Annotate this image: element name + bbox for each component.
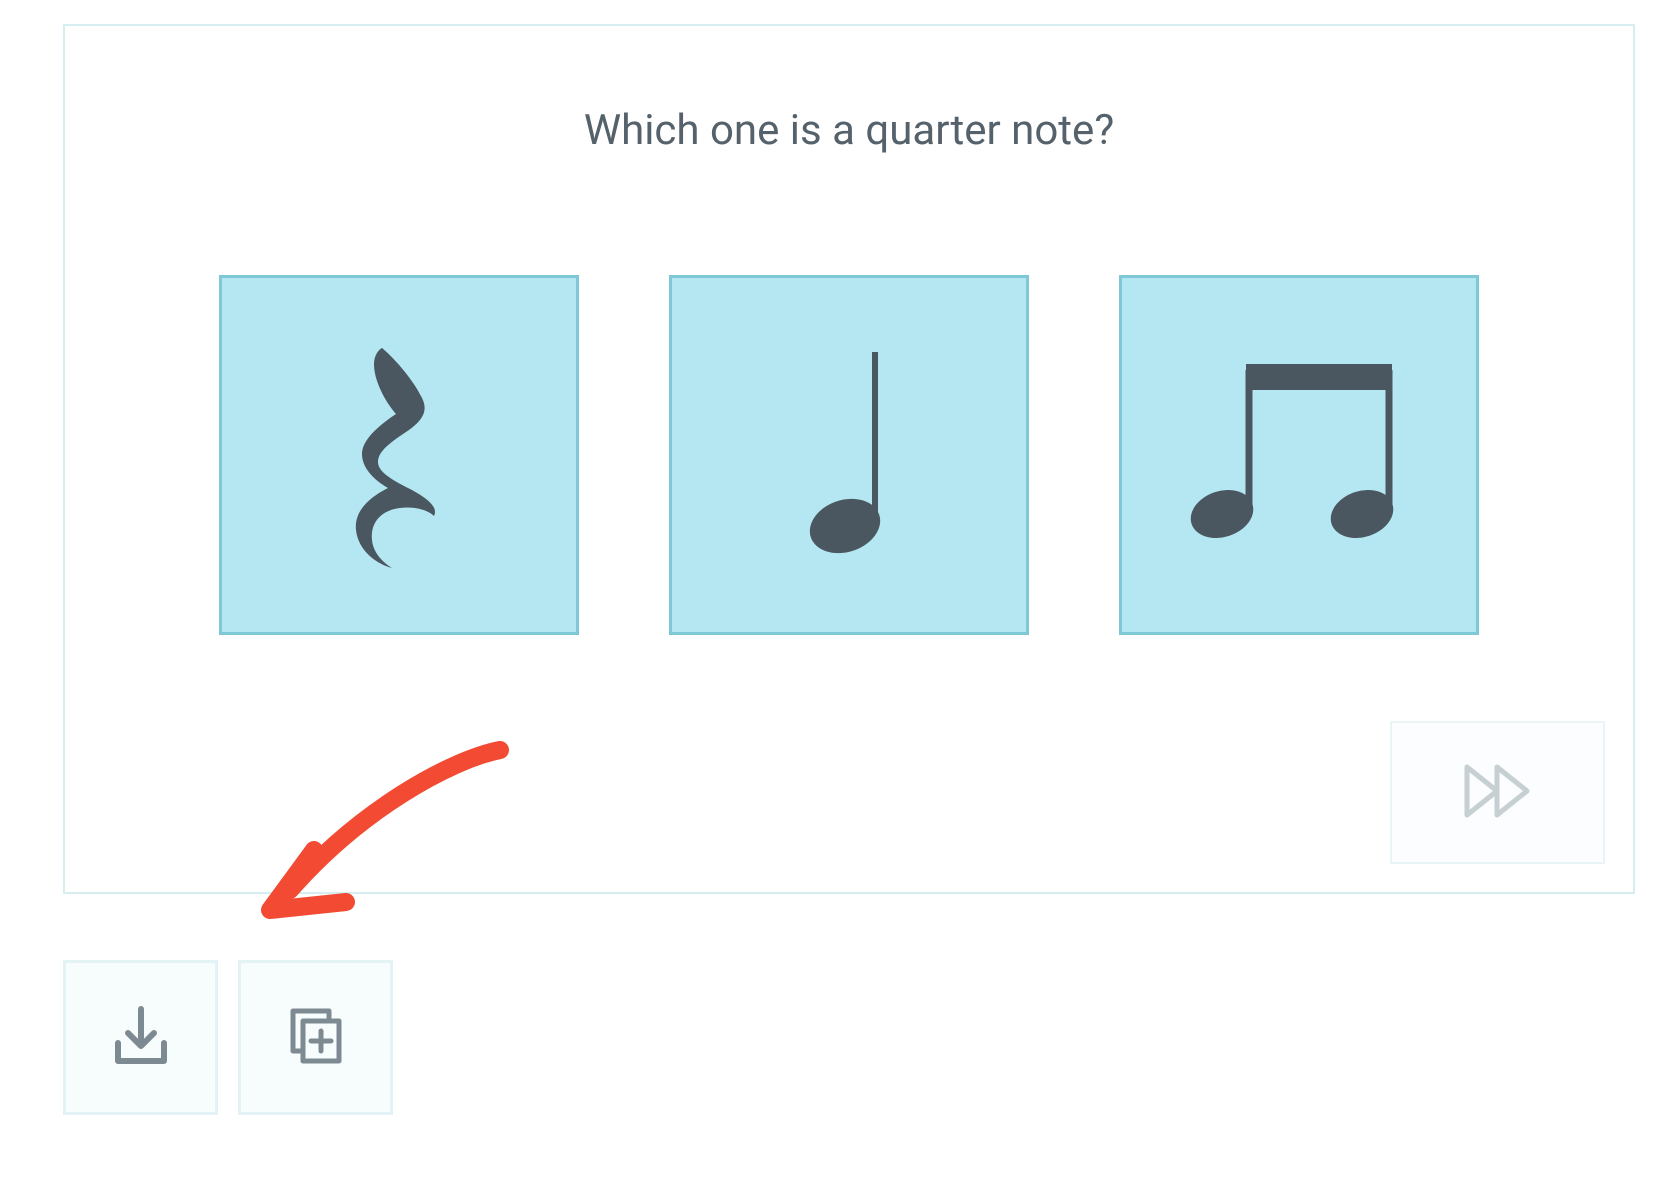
duplicate-add-icon — [281, 1001, 351, 1075]
download-button[interactable] — [63, 960, 218, 1115]
option-beamed-eighth-notes[interactable] — [1119, 275, 1479, 635]
skip-button[interactable] — [1390, 721, 1605, 864]
option-quarter-note[interactable] — [669, 275, 1029, 635]
option-quarter-rest[interactable] — [219, 275, 579, 635]
duplicate-button[interactable] — [238, 960, 393, 1115]
quiz-question: Which one is a quarter note? — [175, 106, 1523, 155]
quarter-note-icon — [779, 340, 919, 570]
quarter-rest-icon — [334, 340, 464, 570]
action-buttons — [63, 960, 393, 1115]
quiz-panel: Which one is a quarter note? — [63, 24, 1635, 894]
fast-forward-icon — [1463, 763, 1533, 823]
download-icon — [106, 1001, 176, 1075]
quiz-options — [175, 275, 1523, 635]
beamed-eighth-notes-icon — [1184, 350, 1414, 560]
